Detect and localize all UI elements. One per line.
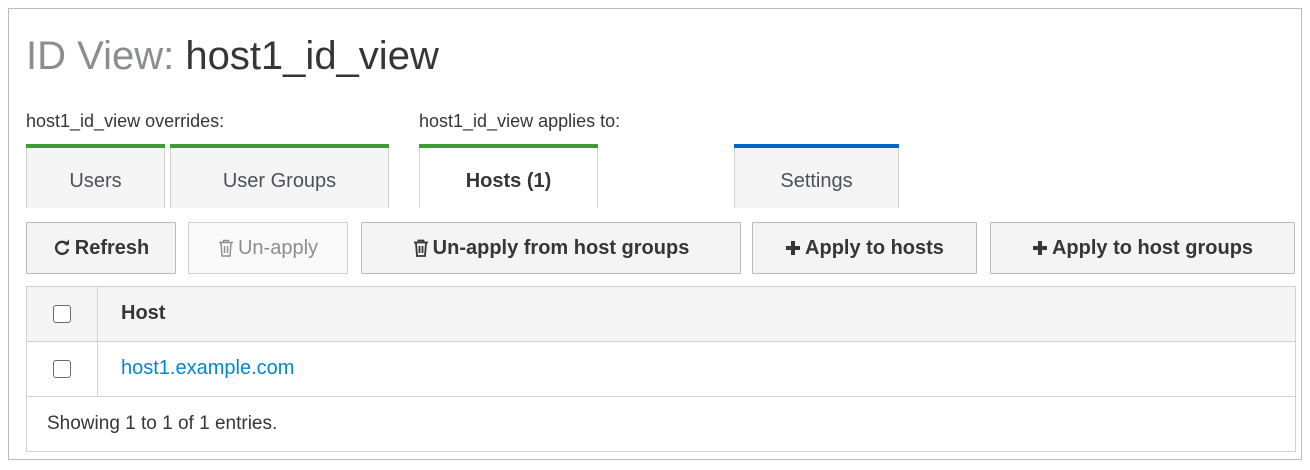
- page-title-name: host1_id_view: [185, 34, 439, 78]
- tab-users[interactable]: Users: [26, 144, 165, 208]
- tab-users-label: Users: [69, 170, 122, 192]
- page-title: ID View: host1_id_view: [26, 32, 439, 80]
- refresh-icon: [53, 239, 71, 257]
- table-row: host1.example.com: [27, 342, 1295, 397]
- tab-hosts-label: Hosts (1): [465, 170, 552, 192]
- applies-group-label: host1_id_view applies to:: [419, 111, 621, 131]
- select-all-checkbox[interactable]: [53, 305, 71, 323]
- column-header-host[interactable]: Host: [121, 302, 165, 325]
- tab-user-groups-label: User Groups: [222, 170, 337, 192]
- unapply-from-host-groups-button[interactable]: Un-apply from host groups: [361, 222, 741, 274]
- refresh-label: Refresh: [74, 236, 150, 259]
- trash-icon: [413, 239, 429, 257]
- refresh-button[interactable]: Refresh: [26, 222, 176, 274]
- unapply-button[interactable]: Un-apply: [188, 222, 348, 274]
- overrides-group-label: host1_id_view overrides:: [26, 111, 225, 131]
- host-link[interactable]: host1.example.com: [121, 357, 294, 380]
- trash-icon: [218, 239, 234, 257]
- unapply-label: Un-apply: [237, 236, 319, 259]
- apply-to-hosts-label: Apply to hosts: [805, 236, 944, 259]
- tab-settings[interactable]: Settings: [734, 144, 899, 208]
- column-divider: [97, 287, 98, 397]
- tab-hosts[interactable]: Hosts (1): [419, 144, 598, 208]
- row-checkbox[interactable]: [53, 360, 71, 378]
- tab-settings-label: Settings: [780, 170, 853, 192]
- plus-icon: [1032, 240, 1048, 256]
- unapply-from-host-groups-label: Un-apply from host groups: [432, 236, 690, 259]
- apply-to-host-groups-label: Apply to host groups: [1051, 236, 1254, 259]
- apply-to-host-groups-button[interactable]: Apply to host groups: [990, 222, 1295, 274]
- tab-user-groups[interactable]: User Groups: [170, 144, 389, 208]
- apply-to-hosts-button[interactable]: Apply to hosts: [752, 222, 977, 274]
- plus-icon: [785, 240, 801, 256]
- page-title-prefix: ID View:: [26, 34, 186, 78]
- table-footer-summary: Showing 1 to 1 of 1 entries.: [47, 413, 278, 434]
- hosts-table: Host host1.example.com Showing 1 to 1 of…: [26, 286, 1296, 452]
- table-header: Host: [27, 287, 1295, 342]
